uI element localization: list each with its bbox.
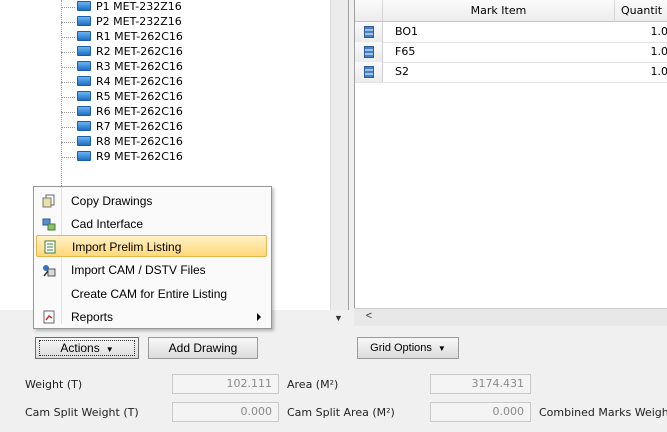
drawing-icon [77, 46, 91, 56]
tree-item-label: P2 MET-232Z16 [96, 15, 182, 28]
tree-item[interactable]: R7 MET-262C16 [0, 120, 330, 134]
tree-item-label: R6 MET-262C16 [96, 105, 183, 118]
tree-item[interactable]: R4 MET-262C16 [0, 75, 330, 89]
menu-item-label: Reports [71, 310, 114, 324]
cam-split-area-field[interactable]: 0.000 [430, 402, 531, 422]
cam-split-weight-field[interactable]: 0.000 [172, 402, 279, 422]
scroll-left-arrow-icon[interactable]: < [362, 309, 376, 324]
tree-item-label: R7 MET-262C16 [96, 120, 183, 133]
tree-vertical-scrollbar[interactable] [330, 0, 348, 310]
menu-item-label: Create CAM for Entire Listing [71, 287, 228, 301]
drawing-icon [77, 31, 91, 41]
row-selector[interactable] [355, 22, 383, 42]
menu-item-create-cam[interactable]: Create CAM for Entire Listing [36, 283, 267, 305]
column-header-mark-item[interactable]: Mark Item [383, 0, 615, 22]
dropdown-arrow-icon: ▼ [437, 344, 446, 353]
drawing-icon [77, 151, 91, 161]
tree-item[interactable]: R3 MET-262C16 [0, 60, 330, 74]
tree-item[interactable]: R6 MET-262C16 [0, 105, 330, 119]
cad-icon [42, 218, 56, 231]
menu-item-import-prelim-listing[interactable]: Import Prelim Listing [36, 235, 267, 257]
actions-button[interactable]: Actions ▼ [35, 337, 139, 359]
grid-options-button[interactable]: Grid Options ▼ [357, 337, 459, 359]
table-row[interactable]: BO1 1.0 [355, 22, 667, 43]
tree-item[interactable]: R1 MET-262C16 [0, 30, 330, 44]
table-row[interactable]: S2 1.0 [355, 62, 667, 83]
weight-label: Weight (T) [25, 378, 83, 391]
menu-item-copy-drawings[interactable]: Copy Drawings [36, 190, 267, 212]
tree-item[interactable]: P1 MET-232Z16 [0, 0, 330, 14]
grid-horizontal-scrollbar[interactable] [354, 308, 667, 326]
tree-item-label: R9 MET-262C16 [96, 150, 183, 163]
grid-options-label: Grid Options [370, 342, 432, 354]
tree-item-label: R5 MET-262C16 [96, 90, 183, 103]
tree-item-label: R2 MET-262C16 [96, 45, 183, 58]
mark-item-cell[interactable]: F65 [395, 42, 415, 62]
tree-item[interactable]: P2 MET-232Z16 [0, 15, 330, 29]
drawing-icon [77, 91, 91, 101]
drawing-icon [77, 1, 91, 11]
tree-item-label: R1 MET-262C16 [96, 30, 183, 43]
cam-split-weight-label: Cam Split Weight (T) [25, 406, 139, 419]
cam-split-area-label: Cam Split Area (M²) [287, 406, 395, 419]
tree-item-label: P1 MET-232Z16 [96, 0, 182, 13]
drawing-icon [77, 61, 91, 71]
menu-item-import-cam-dstv[interactable]: Import CAM / DSTV Files [36, 259, 267, 281]
quantity-cell[interactable]: 1.0 [615, 42, 667, 62]
menu-item-label: Import Prelim Listing [72, 240, 182, 254]
area-label: Area (M²) [287, 378, 339, 391]
submenu-arrow-icon [257, 313, 261, 321]
column-header-quantity[interactable]: Quantit [615, 0, 667, 22]
mark-items-grid[interactable]: Mark Item Quantit BO1 1.0 F65 1.0 S2 1.0 [354, 0, 667, 310]
row-selector[interactable] [355, 42, 383, 62]
table-row[interactable]: F65 1.0 [355, 42, 667, 63]
tree-item-label: R4 MET-262C16 [96, 75, 183, 88]
tree-item[interactable]: R8 MET-262C16 [0, 135, 330, 149]
drawing-icon [77, 76, 91, 86]
drawing-icon [77, 16, 91, 26]
menu-item-label: Import CAM / DSTV Files [71, 263, 206, 277]
tree-item-label: R8 MET-262C16 [96, 135, 183, 148]
record-icon [364, 66, 374, 78]
grid-corner-header [355, 0, 383, 22]
record-icon [364, 26, 374, 38]
menu-item-cad-interface[interactable]: Cad Interface [36, 213, 267, 235]
tree-item[interactable]: R5 MET-262C16 [0, 90, 330, 104]
tree-item[interactable]: R9 MET-262C16 [0, 150, 330, 164]
row-selector[interactable] [355, 62, 383, 82]
cam-icon [43, 265, 56, 277]
drawing-icon [77, 121, 91, 131]
menu-item-reports[interactable]: Reports [36, 306, 267, 328]
add-drawing-button[interactable]: Add Drawing [148, 337, 258, 359]
drawing-icon [77, 136, 91, 146]
combined-marks-weight-label: Combined Marks Weigh [539, 406, 667, 419]
mark-item-cell[interactable]: S2 [395, 62, 409, 82]
report-icon [43, 310, 55, 324]
quantity-cell[interactable]: 1.0 [615, 22, 667, 42]
area-field[interactable]: 3174.431 [430, 374, 531, 394]
quantity-cell[interactable]: 1.0 [615, 62, 667, 82]
menu-item-label: Cad Interface [71, 217, 144, 231]
weight-field[interactable]: 102.111 [172, 374, 279, 394]
record-icon [364, 46, 374, 58]
mark-item-cell[interactable]: BO1 [395, 22, 418, 42]
listing-icon [44, 240, 56, 254]
drawing-icon [77, 106, 91, 116]
tree-item-label: R3 MET-262C16 [96, 60, 183, 73]
tree-item[interactable]: R2 MET-262C16 [0, 45, 330, 59]
actions-context-menu[interactable]: Copy Drawings Cad Interface Import Preli… [33, 186, 272, 329]
menu-item-label: Copy Drawings [71, 194, 153, 208]
scroll-down-arrow-icon[interactable]: ▼ [330, 310, 347, 327]
copy-icon [42, 194, 55, 208]
